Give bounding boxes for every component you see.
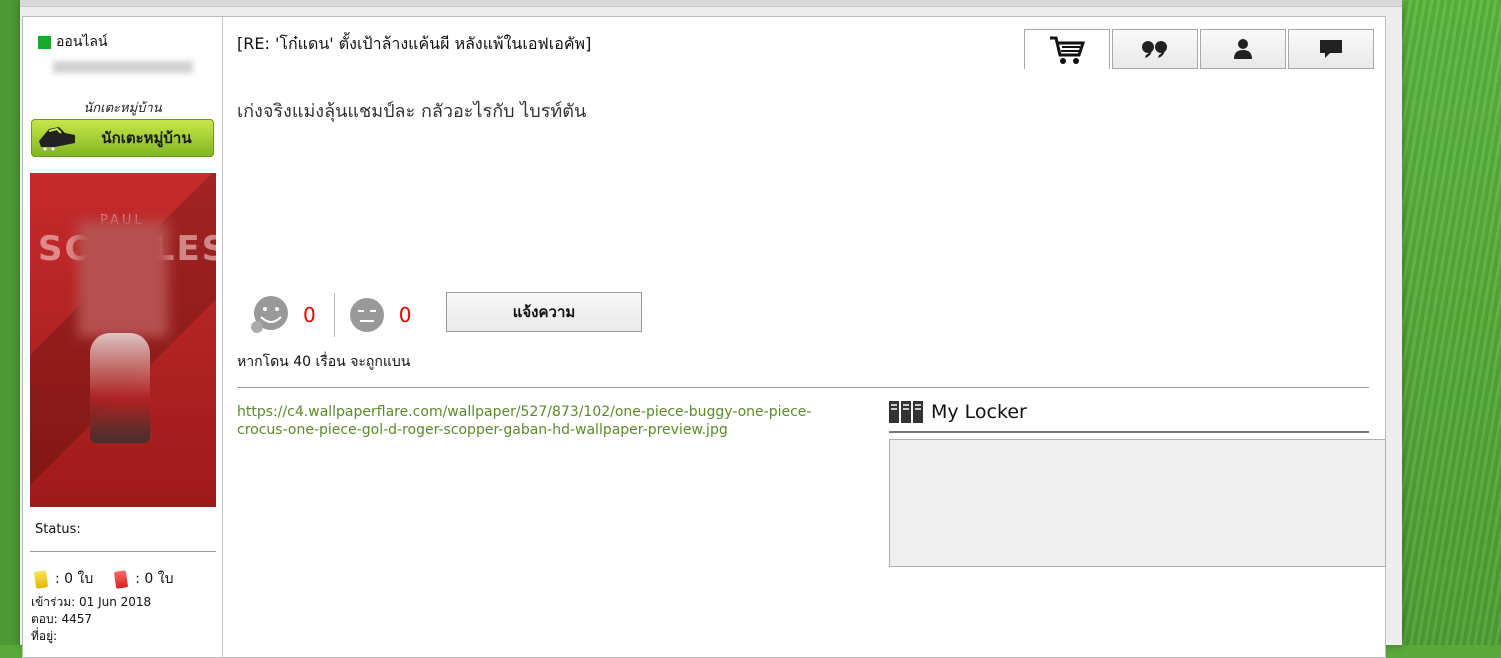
background-grass-left — [0, 0, 20, 645]
locker-icon — [889, 401, 923, 423]
dislike-count: 0 — [398, 303, 412, 327]
rank-badge-label: นักเตะหมู่บ้าน — [101, 129, 192, 147]
signature-divider — [237, 387, 1369, 388]
profile-button[interactable] — [1200, 29, 1286, 69]
reply-count: ตอบ: 4457 — [31, 612, 93, 626]
cart-icon — [1050, 36, 1085, 64]
rank-badge: นักเตะหมู่บ้าน — [31, 119, 214, 157]
post-action-buttons — [1024, 29, 1374, 69]
background-grass-right — [1402, 0, 1501, 645]
locker-content — [889, 439, 1386, 567]
status-label: Status: — [35, 522, 81, 537]
user-icon — [1234, 39, 1252, 59]
location: ที่อยู่: — [31, 629, 58, 643]
laugh-emoji-icon[interactable] — [249, 293, 289, 337]
join-date: เข้าร่วม: 01 Jun 2018 — [31, 595, 152, 609]
previous-post-edge — [20, 0, 1402, 7]
yellow-card-icon — [33, 569, 49, 589]
quote-button[interactable] — [1112, 29, 1198, 69]
page-container: ออนไลน์ นักเตะหมู่บ้าน นักเตะหมู่บ้าน PA… — [20, 0, 1402, 658]
divider — [30, 551, 216, 552]
online-label: ออนไลน์ — [56, 34, 108, 50]
user-rank-title: นักเตะหมู่บ้าน — [83, 101, 162, 116]
message-button[interactable] — [1288, 29, 1374, 69]
red-card-count: : 0 ใบ — [135, 571, 174, 587]
avatar-player-figure — [90, 333, 150, 443]
username-redacted — [53, 61, 193, 73]
card-counts: : 0 ใบ : 0 ใบ — [33, 568, 174, 590]
user-info-panel: ออนไลน์ นักเตะหมู่บ้าน นักเตะหมู่บ้าน PA… — [23, 17, 223, 657]
post-title: [RE: 'โก๋แดน' ตั้งเป้าล้างแค้นผี หลังแพ้… — [237, 34, 592, 53]
user-avatar[interactable]: PAUL SCHOLES — [30, 173, 216, 507]
yellow-card-count: : 0 ใบ — [55, 571, 94, 587]
vote-divider — [333, 293, 335, 337]
my-locker-title: My Locker — [931, 401, 1027, 423]
football-boot-icon — [39, 127, 75, 151]
report-button[interactable]: แจ้งความ — [446, 292, 642, 332]
comment-icon — [1320, 40, 1342, 58]
online-indicator-icon — [38, 35, 51, 49]
ban-warning: หากโดน 40 เรื่อน จะถูกแบน — [237, 354, 411, 370]
quote-icon — [1142, 41, 1167, 58]
my-locker-header: My Locker — [889, 401, 1027, 423]
vote-panel: 0 0 — [249, 293, 411, 337]
cart-button[interactable] — [1024, 29, 1110, 69]
locker-underline — [889, 431, 1369, 433]
post-body: เก่งจริงแม่งลุ้นแชมป์ละ กลัวอะไรกับ ไบรท… — [237, 101, 587, 122]
forum-post: ออนไลน์ นักเตะหมู่บ้าน นักเตะหมู่บ้าน PA… — [22, 16, 1386, 658]
online-status: ออนไลน์ — [38, 31, 108, 53]
signature-link[interactable]: https://c4.wallpaperflare.com/wallpaper/… — [237, 403, 837, 439]
like-count: 0 — [303, 303, 316, 327]
sad-emoji-icon[interactable] — [349, 297, 385, 333]
avatar-redacted-face — [78, 221, 168, 337]
red-card-icon — [114, 569, 129, 589]
